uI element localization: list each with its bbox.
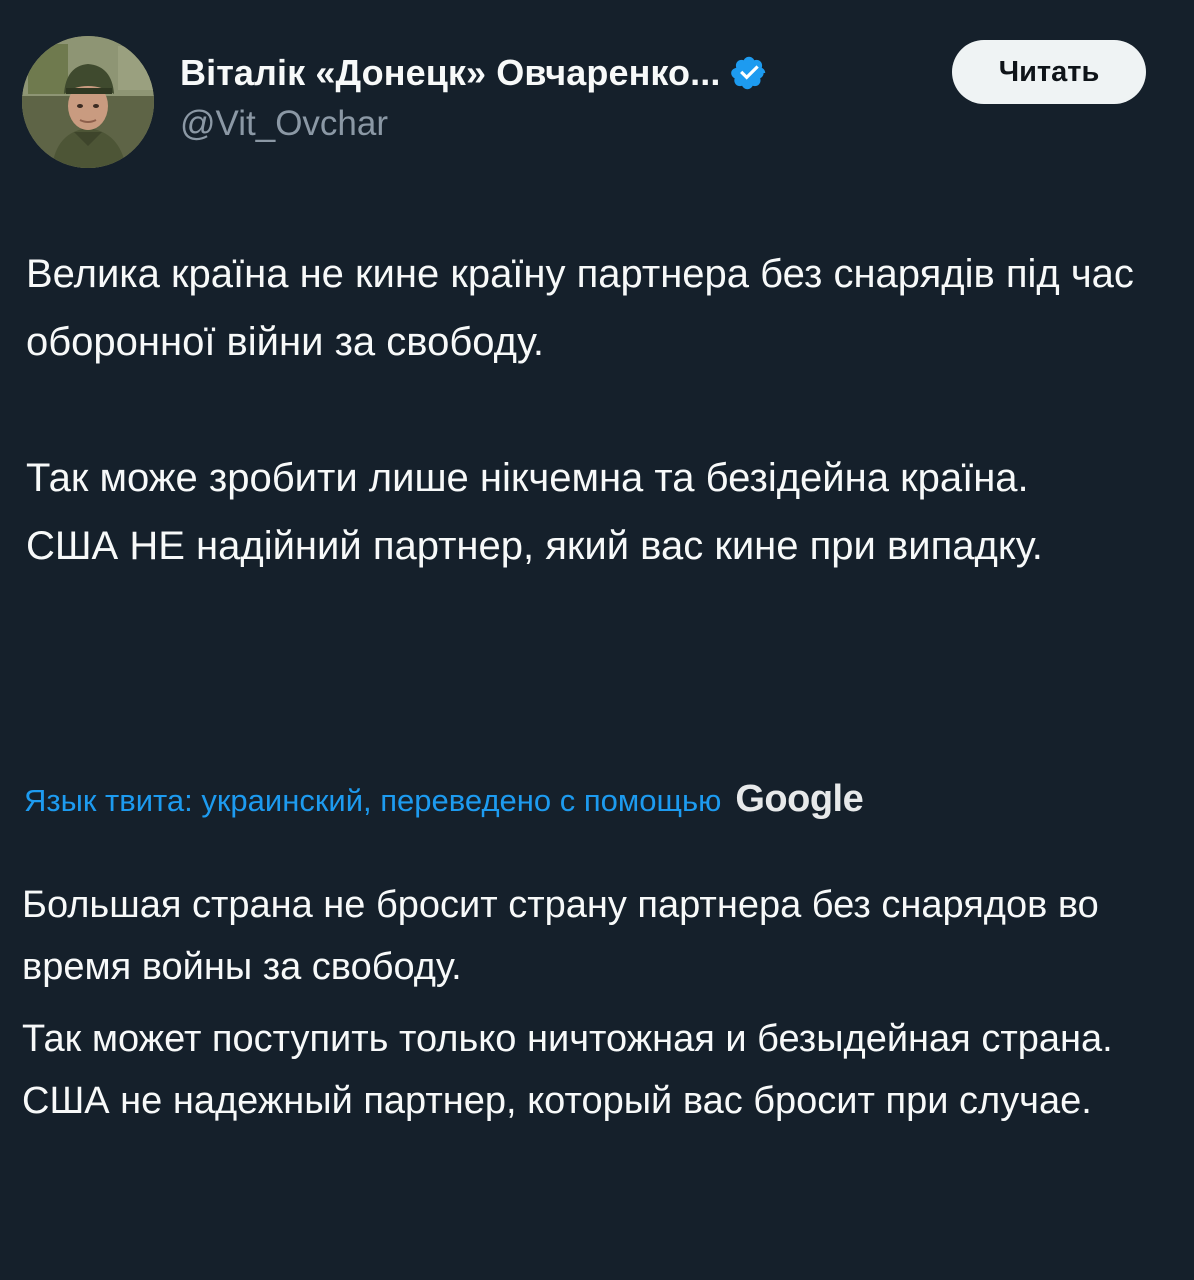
translated-tweet-body: Большая страна не бросит страну партнера…: [22, 874, 1162, 1132]
author-name-row: Віталік «Донецк» Овчаренко...: [180, 50, 768, 96]
tweet-paragraph: США НЕ надійний партнер, який вас кине п…: [26, 524, 1043, 568]
translated-paragraph: Так может поступить только ничтожная и б…: [22, 1018, 1113, 1060]
tweet-body: Велика країна не кине країну партнера бе…: [26, 240, 1166, 580]
tweet-paragraph: Так може зробити лише нікчемна та безіде…: [26, 456, 1029, 500]
tweet-paragraph: Велика країна не кине країну партнера бе…: [26, 252, 1134, 364]
translated-paragraph: США не надежный партнер, который вас бро…: [22, 1080, 1092, 1122]
tweet-header: Віталік «Донецк» Овчаренко... @Vit_Ovcha…: [0, 0, 1194, 190]
google-logo-icon: Google: [735, 778, 864, 820]
translation-label-link[interactable]: Язык твита: украинский, переведено с пом…: [24, 783, 721, 819]
author-avatar[interactable]: [22, 36, 154, 168]
author-display-name[interactable]: Віталік «Донецк» Овчаренко...: [180, 52, 720, 94]
author-handle[interactable]: @Vit_Ovchar: [180, 104, 388, 144]
translation-attribution: Язык твита: украинский, переведено с пом…: [24, 778, 864, 821]
avatar-photo-icon: [22, 36, 154, 168]
follow-button[interactable]: Читать: [952, 40, 1146, 104]
translated-paragraph: Большая страна не бросит страну партнера…: [22, 884, 1099, 988]
verified-badge-icon: [731, 56, 766, 90]
